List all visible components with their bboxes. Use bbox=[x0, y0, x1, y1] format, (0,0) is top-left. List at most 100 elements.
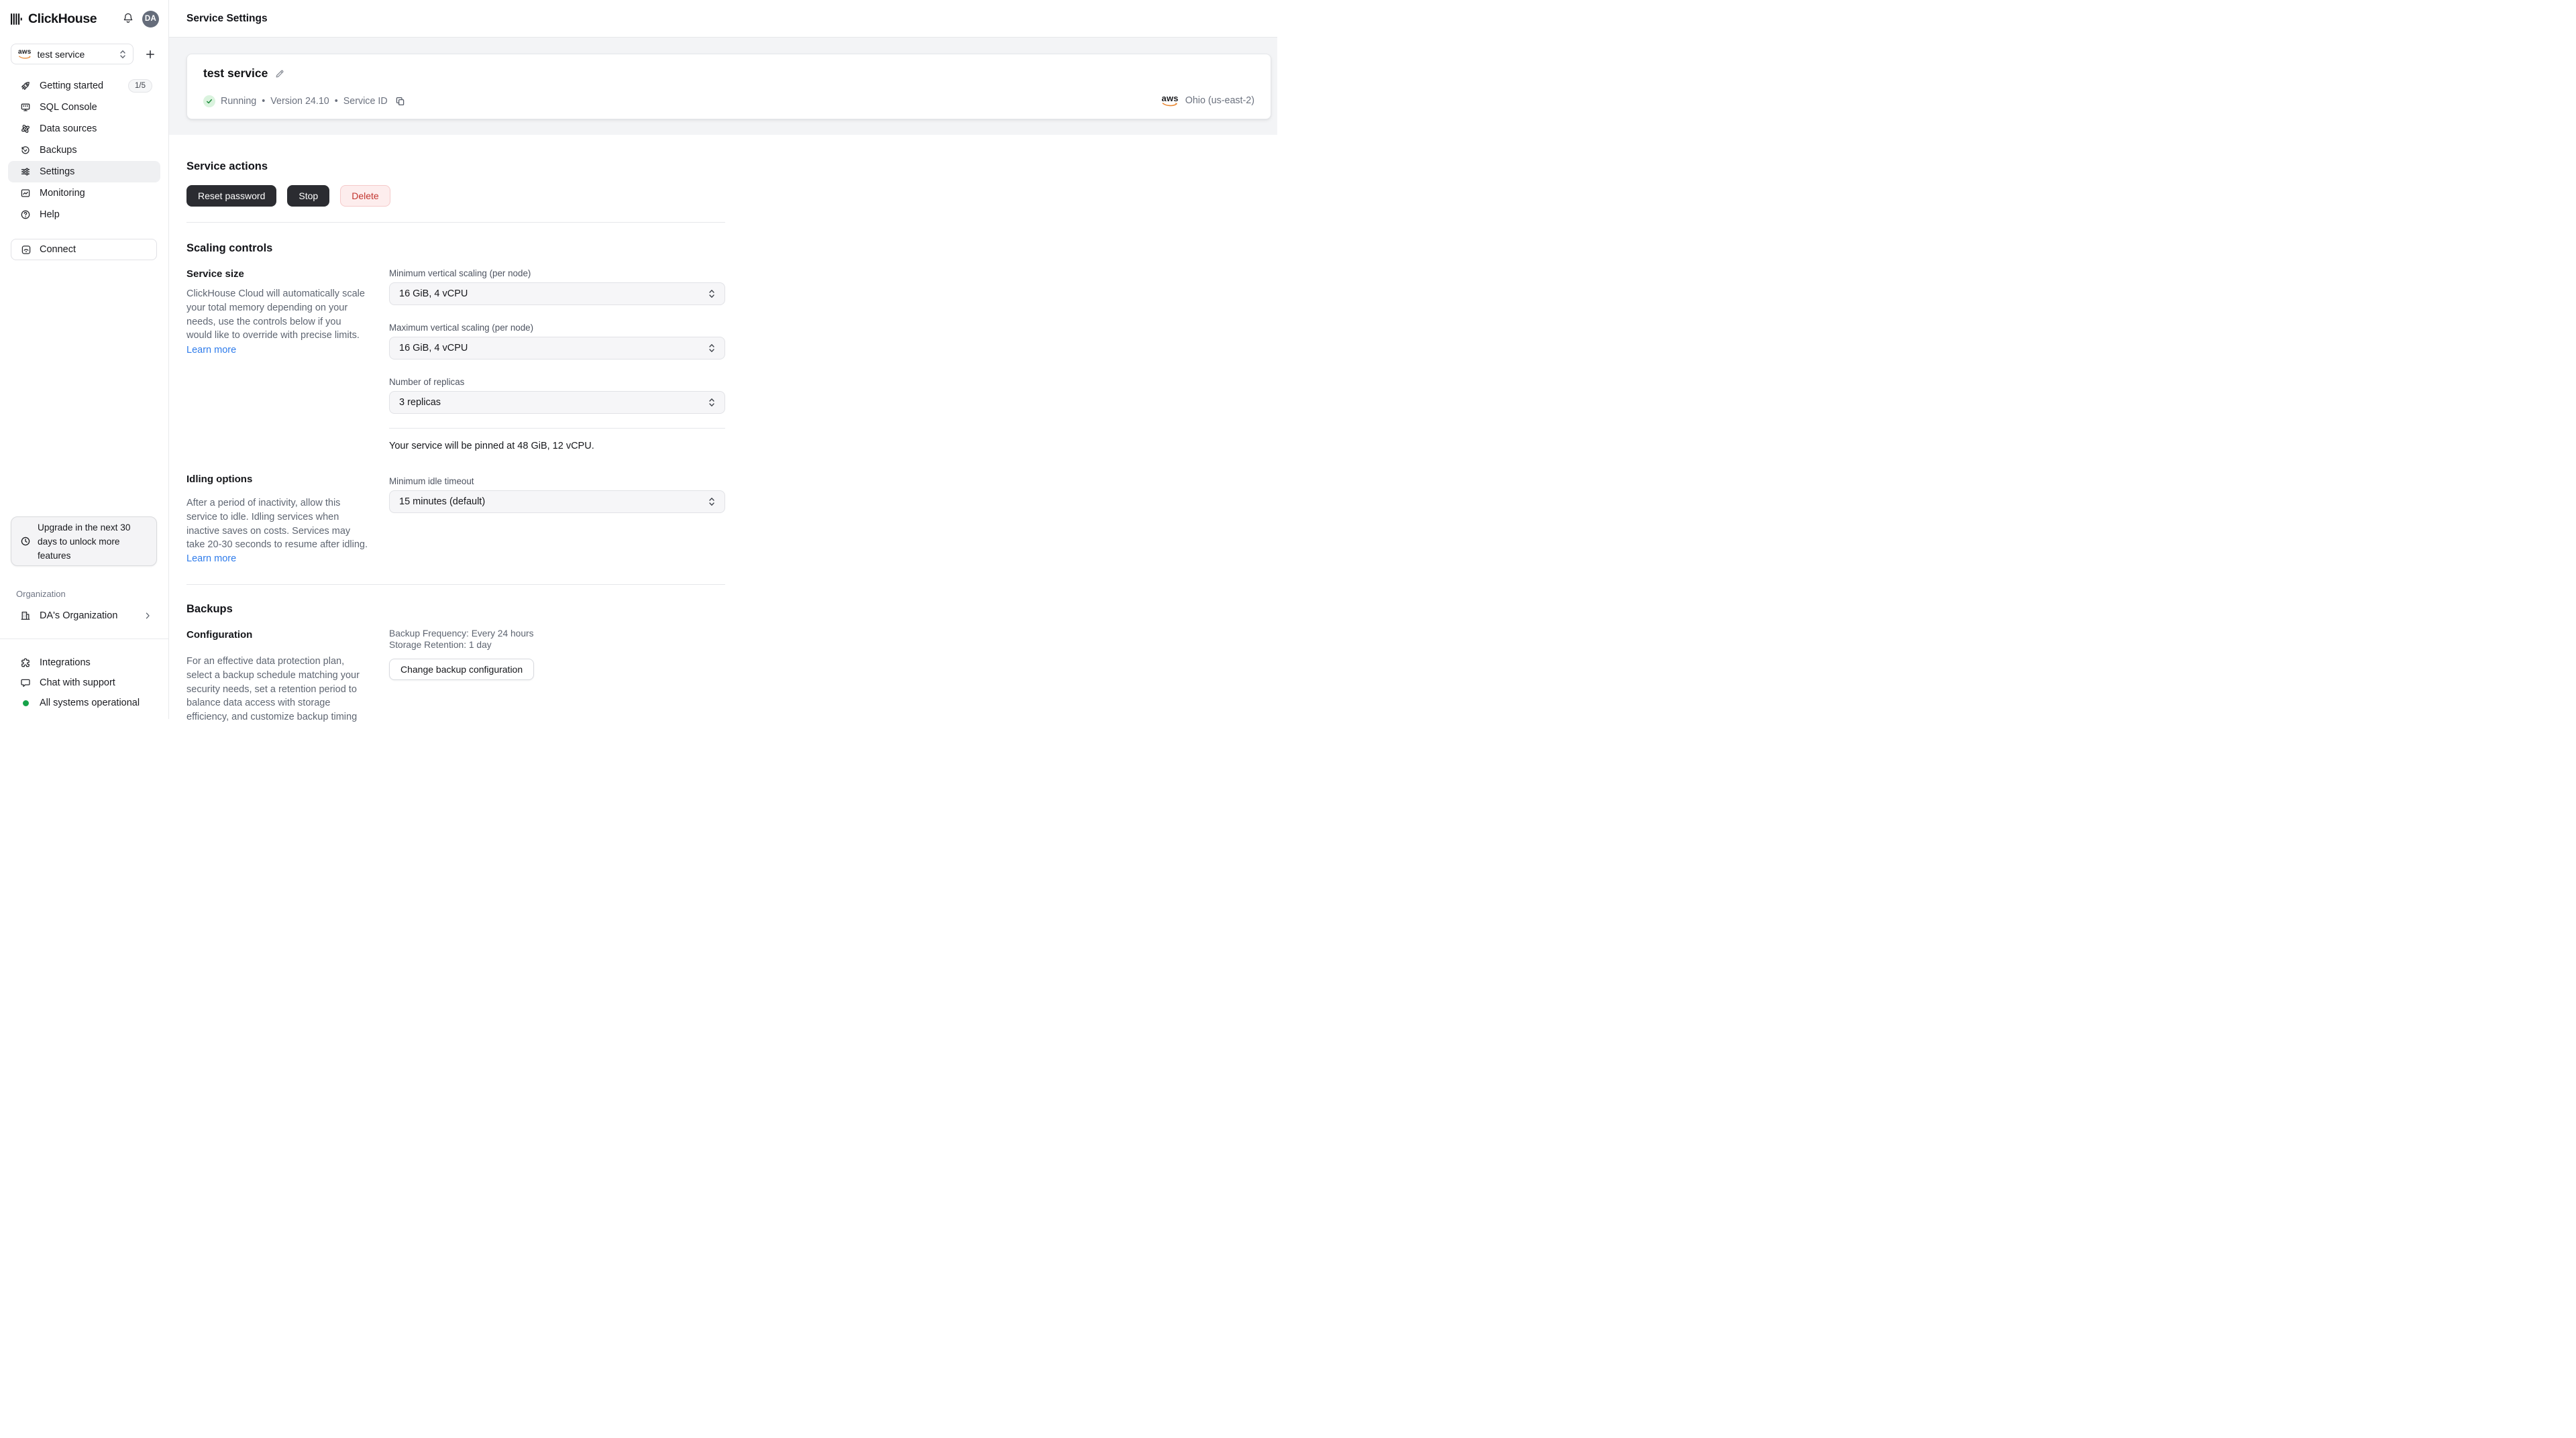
sidebar-item-sql-console[interactable]: SQL Console bbox=[8, 97, 160, 118]
replicas-label: Number of replicas bbox=[389, 377, 465, 387]
footer-item-label: Chat with support bbox=[40, 677, 115, 688]
region-label: Ohio (us-east-2) bbox=[1185, 95, 1254, 106]
notifications-bell-icon[interactable] bbox=[121, 12, 135, 25]
service-size-description: ClickHouse Cloud will automatically scal… bbox=[186, 288, 365, 341]
service-selector[interactable]: aws test service bbox=[11, 44, 133, 64]
sidebar-item-help[interactable]: Help bbox=[8, 204, 160, 225]
puzzle-icon bbox=[21, 658, 30, 667]
rocket-icon bbox=[21, 82, 30, 90]
scrollbar-gutter[interactable] bbox=[1277, 0, 1288, 719]
main-content: Service Settings test service Running • bbox=[169, 0, 1288, 722]
brand-name: ClickHouse bbox=[28, 11, 97, 26]
console-icon bbox=[21, 103, 30, 111]
status-text: Running bbox=[221, 96, 257, 107]
max-scaling-select[interactable]: 16 GiB, 4 vCPU bbox=[389, 337, 725, 360]
idle-timeout-value: 15 minutes (default) bbox=[399, 496, 486, 507]
sidebar-item-monitoring[interactable]: Monitoring bbox=[8, 182, 160, 204]
region-info: aws Ohio (us-east-2) bbox=[1162, 94, 1254, 107]
idling-learn-more-link[interactable]: Learn more bbox=[186, 553, 236, 564]
copy-icon[interactable] bbox=[395, 96, 406, 107]
settings-form: Service actions Reset password Stop Dele… bbox=[186, 160, 725, 724]
sidebar-item-label: Getting started bbox=[40, 80, 104, 91]
connect-icon bbox=[21, 245, 31, 254]
organization-name: DA's Organization bbox=[40, 610, 118, 621]
sidebar-item-label: Help bbox=[40, 209, 60, 220]
idle-timeout-select[interactable]: 15 minutes (default) bbox=[389, 490, 725, 513]
idling-options-heading: Idling options bbox=[186, 474, 253, 485]
scaling-controls-heading: Scaling controls bbox=[186, 242, 273, 254]
data-sources-icon bbox=[21, 125, 30, 133]
service-card-band: test service Running • Version 24.10 • S… bbox=[169, 38, 1277, 135]
chat-bubble-icon bbox=[21, 679, 30, 687]
chevron-right-icon bbox=[146, 612, 150, 619]
version-text: Version 24.10 bbox=[270, 96, 329, 107]
status-green-dot-icon bbox=[22, 700, 29, 706]
sliders-icon bbox=[21, 168, 30, 176]
separator-dot: • bbox=[334, 96, 338, 107]
sidebar-item-label: Settings bbox=[40, 166, 75, 177]
idle-timeout-label: Minimum idle timeout bbox=[389, 476, 474, 486]
sidebar-item-settings[interactable]: Settings bbox=[8, 161, 160, 182]
chevron-updown-icon bbox=[120, 50, 125, 58]
connect-label: Connect bbox=[40, 244, 76, 255]
sidebar-item-label: Data sources bbox=[40, 123, 97, 134]
chevron-updown-icon bbox=[709, 290, 714, 298]
pinned-summary: Your service will be pinned at 48 GiB, 1… bbox=[389, 441, 594, 451]
user-avatar[interactable]: DA bbox=[142, 10, 159, 27]
reset-password-button[interactable]: Reset password bbox=[186, 185, 277, 207]
sidebar-item-chat-support[interactable]: Chat with support bbox=[8, 673, 160, 693]
sidebar-item-label: Monitoring bbox=[40, 188, 85, 199]
min-scaling-label: Minimum vertical scaling (per node) bbox=[389, 268, 531, 278]
sidebar-nav: Getting started 1/5 SQL Console Data sou… bbox=[8, 75, 160, 225]
getting-started-progress-badge: 1/5 bbox=[128, 79, 152, 93]
replicas-select[interactable]: 3 replicas bbox=[389, 391, 725, 414]
chart-icon bbox=[21, 189, 30, 197]
add-service-button[interactable] bbox=[143, 47, 158, 62]
service-actions-heading: Service actions bbox=[186, 160, 268, 172]
min-scaling-select[interactable]: 16 GiB, 4 vCPU bbox=[389, 282, 725, 305]
organization-switcher[interactable]: DA's Organization bbox=[8, 605, 160, 626]
system-status-link[interactable]: All systems operational bbox=[8, 693, 160, 713]
connect-button[interactable]: Connect bbox=[11, 239, 157, 260]
page-header: Service Settings bbox=[169, 0, 1288, 38]
footer-item-label: Integrations bbox=[40, 657, 91, 668]
section-divider bbox=[186, 584, 725, 585]
max-scaling-value: 16 GiB, 4 vCPU bbox=[399, 343, 468, 353]
upgrade-notice-text: Upgrade in the next 30 days to unlock mo… bbox=[38, 522, 131, 561]
running-check-icon bbox=[203, 95, 215, 107]
separator-dot: • bbox=[262, 96, 266, 107]
service-status-row: Running • Version 24.10 • Service ID bbox=[203, 95, 406, 107]
delete-button[interactable]: Delete bbox=[340, 185, 390, 207]
clock-icon bbox=[21, 537, 30, 546]
max-scaling-label: Maximum vertical scaling (per node) bbox=[389, 323, 534, 333]
help-icon bbox=[21, 210, 30, 219]
upgrade-notice[interactable]: Upgrade in the next 30 days to unlock mo… bbox=[11, 516, 157, 566]
sidebar-item-backups[interactable]: Backups bbox=[8, 140, 160, 161]
sidebar-item-getting-started[interactable]: Getting started 1/5 bbox=[8, 75, 160, 97]
section-divider bbox=[186, 222, 725, 223]
replicas-value: 3 replicas bbox=[399, 397, 441, 408]
aws-icon: aws bbox=[18, 48, 32, 60]
sidebar-item-label: Backups bbox=[40, 145, 77, 156]
sidebar-item-data-sources[interactable]: Data sources bbox=[8, 118, 160, 140]
organization-section-label: Organization bbox=[16, 589, 66, 599]
chevron-updown-icon bbox=[709, 344, 714, 352]
history-icon bbox=[21, 146, 30, 154]
page-title: Service Settings bbox=[186, 12, 268, 24]
clickhouse-logo[interactable]: ClickHouse bbox=[11, 11, 97, 27]
system-status-label: All systems operational bbox=[40, 698, 140, 708]
backup-configuration-heading: Configuration bbox=[186, 628, 253, 641]
sidebar: ClickHouse DA aws test service Getting s… bbox=[0, 0, 169, 719]
edit-pencil-icon[interactable] bbox=[274, 68, 285, 79]
backups-heading: Backups bbox=[186, 602, 233, 615]
scaling-learn-more-link[interactable]: Learn more bbox=[186, 345, 236, 355]
aws-icon: aws bbox=[1162, 94, 1179, 107]
change-backup-configuration-button[interactable]: Change backup configuration bbox=[389, 658, 535, 680]
sidebar-item-integrations[interactable]: Integrations bbox=[8, 653, 160, 673]
building-icon bbox=[21, 611, 30, 620]
min-scaling-value: 16 GiB, 4 vCPU bbox=[399, 288, 468, 299]
service-name: test service bbox=[203, 66, 268, 80]
service-id-label: Service ID bbox=[343, 96, 388, 107]
storage-retention-text: Storage Retention: 1 day bbox=[389, 640, 492, 651]
stop-button[interactable]: Stop bbox=[287, 185, 330, 207]
